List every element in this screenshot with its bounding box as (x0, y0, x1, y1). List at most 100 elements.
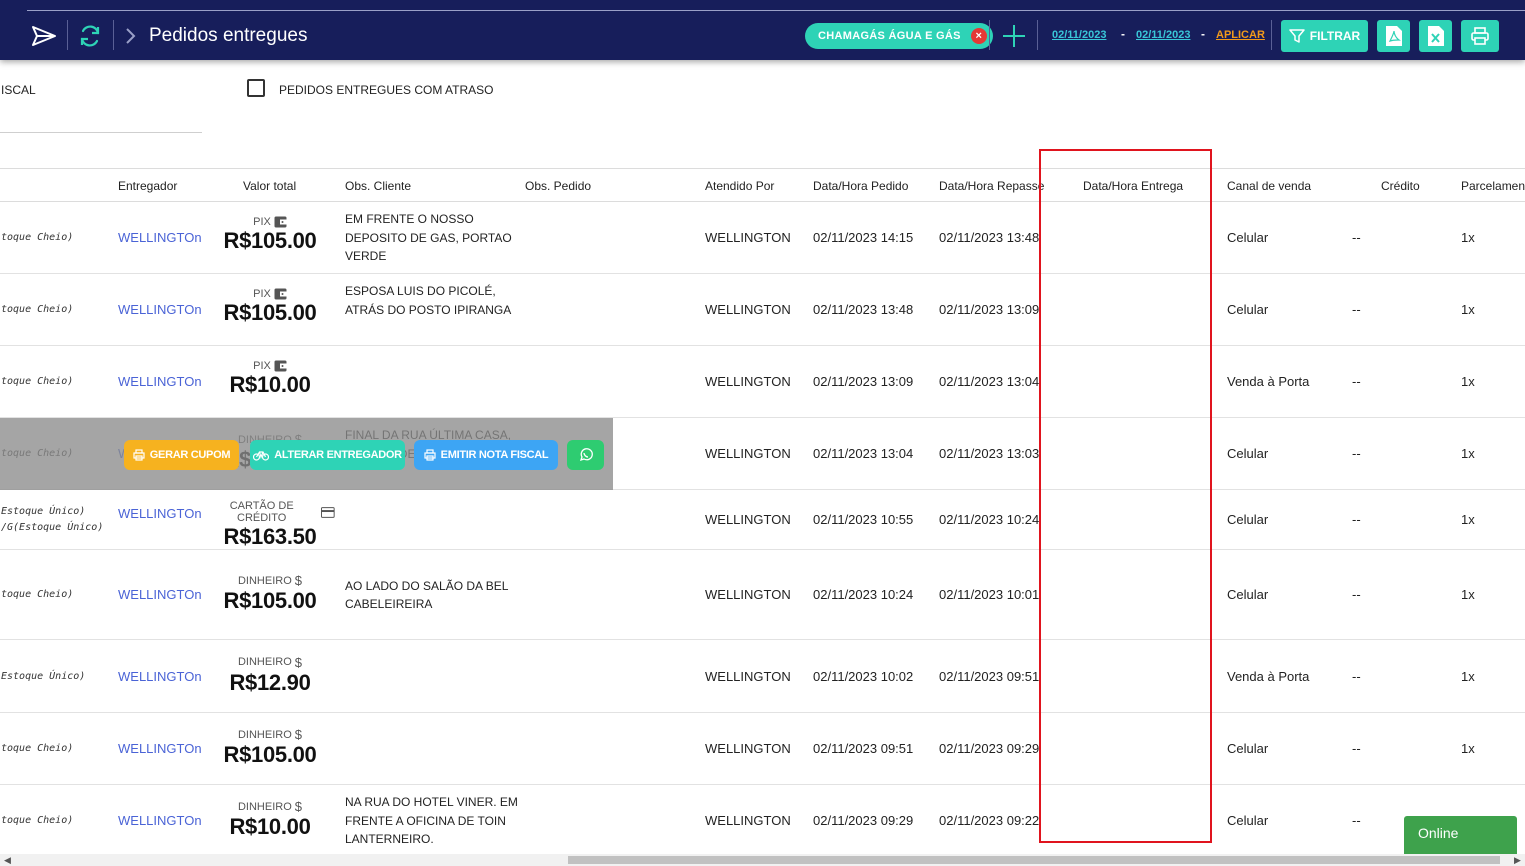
row-hover-actions: GERAR CUPOM ALTERAR ENTREGADOR EMITIR NO… (0, 418, 613, 490)
payment-cell: DINHEIRO $ R$12.90 (205, 655, 335, 696)
col-courier[interactable]: Entregador (118, 179, 177, 193)
change-courier-button[interactable]: ALTERAR ENTREGADOR (250, 440, 405, 470)
product-text: toque Cheio) (1, 302, 73, 318)
product-line: toque Cheio) (1, 743, 74, 754)
send-icon[interactable] (30, 22, 58, 50)
served-by: WELLINGTON (705, 668, 791, 684)
filter-icon (1289, 29, 1305, 43)
payment-cell: DINHEIRO$R$105.00 (205, 573, 335, 614)
courier-link[interactable]: WELLINGTOn (118, 302, 202, 317)
print-button[interactable] (1461, 20, 1499, 52)
col-channel[interactable]: Canal de venda (1227, 179, 1311, 193)
orders-table: Entregador Valor total Obs. Cliente Obs.… (0, 168, 1525, 854)
sales-channel: Celular (1227, 587, 1269, 602)
wallet-icon (274, 216, 287, 228)
sales-channel: Celular (1227, 741, 1269, 756)
courier-link[interactable]: WELLINGTOn (118, 741, 202, 756)
courier-link[interactable]: WELLINGTOn (118, 506, 202, 521)
payment-type: DINHEIRO (237, 574, 292, 587)
order-time: 02/11/2023 09:29 (813, 813, 914, 828)
col-obs-client[interactable]: Obs. Cliente (345, 179, 411, 193)
courier-link[interactable]: WELLINGTOn (118, 587, 202, 602)
scrollbar-thumb[interactable] (568, 856, 1500, 864)
col-installments[interactable]: Parcelamento (1461, 179, 1525, 193)
col-credit[interactable]: Crédito (1381, 179, 1420, 193)
transfer-time: 02/11/2023 09:22 (939, 813, 1039, 828)
courier-link[interactable]: WELLINGTOn (118, 230, 202, 245)
table-row[interactable]: Estoque Único) WELLINGTOn DINHEIRO $ R$12.90… (0, 640, 1525, 713)
installments: 1x (1461, 446, 1475, 461)
apply-link[interactable]: APLICAR (1216, 29, 1265, 41)
product-text: toque Cheio) (1, 374, 73, 390)
col-served-by[interactable]: Atendido Por (705, 179, 774, 193)
scroll-right-icon[interactable]: ▶ (1514, 855, 1521, 866)
credit: -- (1352, 302, 1361, 317)
chip-close-icon[interactable]: × (970, 28, 987, 44)
generate-coupon-button[interactable]: GERAR CUPOM (124, 440, 239, 470)
export-pdf-button[interactable] (1377, 20, 1410, 52)
installments: 1x (1461, 302, 1475, 317)
payment-type: PIX (253, 360, 271, 372)
filter-button[interactable]: FILTRAR (1281, 20, 1368, 52)
transfer-time: 02/11/2023 13:48 (939, 230, 1039, 245)
add-icon[interactable] (1000, 22, 1028, 50)
table-row[interactable]: toque Cheio) WELLINGTOn DINHEIRO $ R$105.00 A… (0, 550, 1525, 640)
installments: 1x (1461, 374, 1475, 389)
scroll-left-icon[interactable]: ◀ (4, 855, 11, 866)
dollar-icon: $ (294, 573, 302, 588)
credit: -- (1352, 587, 1361, 602)
payment-type: DINHEIRO (237, 728, 292, 741)
separator (989, 20, 990, 50)
dollar-icon: $ (294, 654, 302, 670)
company-filter-chip[interactable]: CHAMAGÁS ÁGUA E GÁS × (805, 23, 993, 49)
refresh-icon[interactable] (76, 22, 104, 50)
served-by: WELLINGTON (705, 512, 791, 527)
courier-link[interactable]: WELLINGTOn (118, 813, 202, 828)
product-line: Estoque Único) (1, 670, 86, 682)
table-row[interactable]: Estoque Único) /G(Estoque Único) WELLINGTO… (0, 490, 1525, 550)
payment-type: DINHEIRO (237, 800, 292, 813)
separator (1037, 20, 1038, 50)
order-time: 02/11/2023 14:15 (813, 230, 914, 245)
table-row[interactable]: toque Cheio) WELLINGTOn PIX R$105.00 ESPOSA … (0, 274, 1525, 346)
table-row[interactable]: toque Cheio) WELLINGTOn PIX R$105.00 EM FREN… (0, 202, 1525, 274)
table-row[interactable]: toque Cheio) WELLINGTOn PIX R$10.00 WELLINGT… (0, 346, 1525, 418)
issue-invoice-button[interactable]: EMITIR NOTA FISCAL (414, 440, 558, 470)
product-line: toque Cheio) (1, 232, 74, 243)
fiscal-filter-label: ISCAL (1, 83, 36, 97)
product-text: toque Cheio) (1, 230, 73, 246)
table-row[interactable]: toque Cheio) WELLINGTOn DINHEIRO $ R$10.00 NA… (0, 785, 1525, 854)
filter-button-label: FILTRAR (1309, 29, 1361, 43)
page-title: Pedidos entregues (149, 25, 308, 46)
payment-type: PIX (253, 288, 271, 300)
export-excel-button[interactable] (1419, 20, 1452, 52)
payment-cell: CARTÃO DE CRÉDITO R$163.50 (205, 500, 335, 550)
date-from-link[interactable]: 02/11/2023 (1052, 29, 1106, 41)
table-row[interactable]: toque Cheio) WELLINGTOn DINHEIRO $ R$105.00 W… (0, 713, 1525, 785)
order-time: 02/11/2023 13:09 (813, 374, 914, 389)
date-to-link[interactable]: 02/11/2023 (1136, 29, 1190, 41)
courier-link[interactable]: WELLINGTOn (118, 374, 202, 389)
sales-channel: Celular (1227, 446, 1269, 461)
client-observation: AO LADO DO SALÃO DA BEL CABELEIREIRA (345, 578, 508, 612)
whatsapp-button[interactable] (567, 440, 604, 470)
served-by: WELLINGTON (705, 587, 791, 602)
online-chat-widget[interactable]: Online (1404, 816, 1517, 854)
col-obs-order[interactable]: Obs. Pedido (525, 179, 591, 193)
client-observation: ESPOSA LUIS DO PICOLÉ, ATRÁS DO POSTO IP… (345, 284, 512, 317)
credit: -- (1352, 230, 1361, 245)
separator (1271, 20, 1272, 50)
col-delivery-time[interactable]: Data/Hora Entrega (1083, 179, 1183, 193)
courier-link[interactable]: WELLINGTOn (118, 669, 202, 684)
product-text: toque Cheio) (1, 587, 73, 603)
transfer-time: 02/11/2023 09:51 (939, 668, 1039, 684)
col-transfer-time[interactable]: Data/Hora Repasse (939, 179, 1044, 193)
late-orders-checkbox[interactable] (247, 79, 265, 97)
transfer-time: 02/11/2023 13:03 (939, 446, 1039, 461)
date-separator: - (1121, 27, 1125, 41)
col-total[interactable]: Valor total (243, 179, 296, 193)
horizontal-scrollbar[interactable]: ◀ ▶ (0, 854, 1525, 866)
col-order-time[interactable]: Data/Hora Pedido (813, 179, 908, 193)
credit: -- (1352, 512, 1361, 527)
transfer-time: 02/11/2023 09:29 (939, 741, 1039, 756)
